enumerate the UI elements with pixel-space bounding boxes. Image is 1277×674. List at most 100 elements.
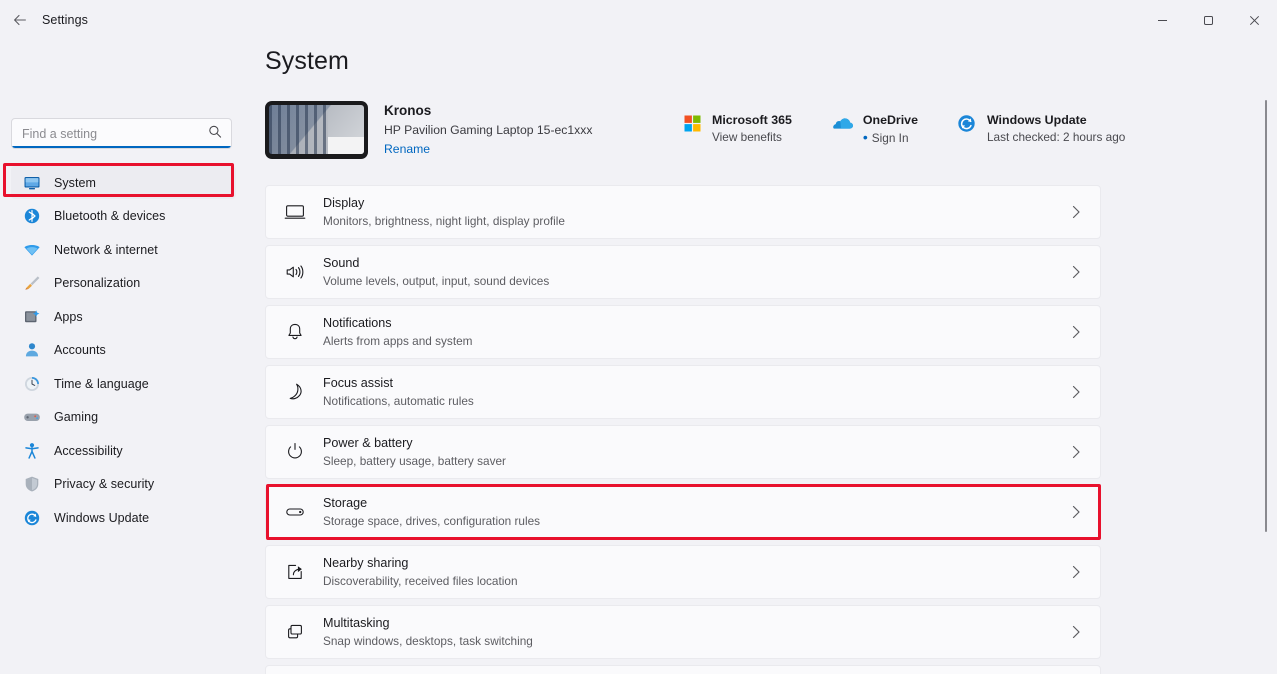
sidebar-item-privacy-security[interactable]: Privacy & security bbox=[11, 468, 236, 501]
sidebar-item-label: System bbox=[54, 176, 96, 190]
quick-link-text: Microsoft 365 View benefits bbox=[712, 112, 792, 146]
close-button[interactable] bbox=[1231, 0, 1277, 40]
chevron-right-icon[interactable] bbox=[1056, 625, 1096, 639]
microsoft-365-icon bbox=[681, 112, 703, 134]
settings-row-partial[interactable] bbox=[265, 665, 1101, 674]
arrow-left-icon bbox=[12, 12, 28, 28]
settings-row-title: Multitasking bbox=[323, 615, 1056, 632]
quick-link-subtitle: Last checked: 2 hours ago bbox=[987, 129, 1125, 146]
settings-row-text: Storage Storage space, drives, configura… bbox=[323, 495, 1056, 529]
chevron-right-icon[interactable] bbox=[1056, 265, 1096, 279]
settings-row-title: Nearby sharing bbox=[323, 555, 1056, 572]
search-icon[interactable] bbox=[208, 124, 222, 143]
minimize-button[interactable] bbox=[1139, 0, 1185, 40]
settings-row-focus-assist[interactable]: Focus assist Notifications, automatic ru… bbox=[265, 365, 1101, 419]
chevron-right-icon[interactable] bbox=[1056, 325, 1096, 339]
settings-row-text: Focus assist Notifications, automatic ru… bbox=[323, 375, 1056, 409]
power-icon bbox=[278, 435, 312, 469]
chevron-right-icon[interactable] bbox=[1056, 205, 1096, 219]
sidebar-item-label: Network & internet bbox=[54, 243, 158, 257]
settings-row-title: Notifications bbox=[323, 315, 1056, 332]
quick-links: Microsoft 365 View benefits OneDrive Sig… bbox=[675, 108, 1131, 151]
minimize-icon bbox=[1157, 15, 1168, 26]
settings-row-subtitle: Volume levels, output, input, sound devi… bbox=[323, 273, 1056, 289]
gamepad-icon bbox=[22, 407, 42, 427]
quick-link-onedrive[interactable]: OneDrive Sign In bbox=[826, 108, 924, 151]
settings-row-notifications[interactable]: Notifications Alerts from apps and syste… bbox=[265, 305, 1101, 359]
quick-link-text: OneDrive Sign In bbox=[863, 112, 918, 147]
sidebar-item-gaming[interactable]: Gaming bbox=[11, 401, 236, 434]
apps-icon bbox=[22, 307, 42, 327]
settings-row-text: Notifications Alerts from apps and syste… bbox=[323, 315, 1056, 349]
sidebar-item-accounts[interactable]: Accounts bbox=[11, 334, 236, 367]
sidebar-item-label: Privacy & security bbox=[54, 477, 154, 491]
sidebar-item-personalization[interactable]: Personalization bbox=[11, 267, 236, 300]
settings-row-sound[interactable]: Sound Volume levels, output, input, soun… bbox=[265, 245, 1101, 299]
settings-rows: Display Monitors, brightness, night ligh… bbox=[265, 185, 1101, 674]
settings-row-power-battery[interactable]: Power & battery Sleep, battery usage, ba… bbox=[265, 425, 1101, 479]
sidebar-item-label: Gaming bbox=[54, 410, 98, 424]
sidebar-item-windows-update[interactable]: Windows Update bbox=[11, 501, 236, 534]
sidebar-item-system[interactable]: System bbox=[11, 166, 236, 199]
settings-row-title: Display bbox=[323, 195, 1056, 212]
sidebar-nav: System Bluetooth & devices bbox=[0, 166, 247, 534]
settings-row-text: Power & battery Sleep, battery usage, ba… bbox=[323, 435, 1056, 469]
search-input[interactable] bbox=[12, 119, 197, 148]
search-box[interactable] bbox=[11, 118, 232, 149]
settings-row-multitasking[interactable]: Multitasking Snap windows, desktops, tas… bbox=[265, 605, 1101, 659]
settings-row-display[interactable]: Display Monitors, brightness, night ligh… bbox=[265, 185, 1101, 239]
chevron-right-icon[interactable] bbox=[1056, 565, 1096, 579]
device-model: HP Pavilion Gaming Laptop 15-ec1xxx bbox=[384, 121, 592, 139]
settings-row-nearby-sharing[interactable]: Nearby sharing Discoverability, received… bbox=[265, 545, 1101, 599]
display-icon bbox=[278, 195, 312, 229]
close-icon bbox=[1249, 15, 1260, 26]
sidebar-item-network-internet[interactable]: Network & internet bbox=[11, 233, 236, 266]
sidebar-item-apps[interactable]: Apps bbox=[11, 300, 236, 333]
sidebar-item-label: Accessibility bbox=[54, 444, 123, 458]
device-meta: Kronos HP Pavilion Gaming Laptop 15-ec1x… bbox=[384, 102, 592, 158]
maximize-button[interactable] bbox=[1185, 0, 1231, 40]
settings-row-subtitle: Sleep, battery usage, battery saver bbox=[323, 453, 1056, 469]
quick-link-title: Windows Update bbox=[987, 112, 1125, 129]
accessibility-icon bbox=[22, 441, 42, 461]
moon-icon bbox=[278, 375, 312, 409]
scrollbar[interactable] bbox=[1260, 40, 1272, 674]
rename-link[interactable]: Rename bbox=[384, 140, 592, 158]
chevron-right-icon[interactable] bbox=[1056, 385, 1096, 399]
settings-row-text: Display Monitors, brightness, night ligh… bbox=[323, 195, 1056, 229]
settings-row-subtitle: Monitors, brightness, night light, displ… bbox=[323, 213, 1056, 229]
shield-icon bbox=[22, 474, 42, 494]
sidebar-item-label: Apps bbox=[54, 310, 83, 324]
windows-update-icon bbox=[956, 112, 978, 134]
sidebar-item-accessibility[interactable]: Accessibility bbox=[11, 434, 236, 467]
multitasking-icon bbox=[278, 615, 312, 649]
sidebar-item-bluetooth-devices[interactable]: Bluetooth & devices bbox=[11, 200, 236, 233]
sidebar: System Bluetooth & devices bbox=[0, 40, 247, 674]
settings-row-subtitle: Alerts from apps and system bbox=[323, 333, 1056, 349]
settings-row-subtitle: Notifications, automatic rules bbox=[323, 393, 1056, 409]
settings-row-storage[interactable]: Storage Storage space, drives, configura… bbox=[265, 485, 1101, 539]
back-button[interactable] bbox=[4, 4, 36, 36]
update-icon bbox=[22, 508, 42, 528]
quick-link-windows-update[interactable]: Windows Update Last checked: 2 hours ago bbox=[950, 108, 1131, 150]
quick-link-microsoft-365[interactable]: Microsoft 365 View benefits bbox=[675, 108, 798, 150]
settings-row-subtitle: Storage space, drives, configuration rul… bbox=[323, 513, 1056, 529]
main-content: System Kronos HP Pavilion Gaming Laptop … bbox=[247, 40, 1277, 674]
page-title: System bbox=[265, 47, 349, 76]
device-name: Kronos bbox=[384, 102, 592, 120]
sidebar-item-label: Personalization bbox=[54, 276, 140, 290]
title-bar: Settings bbox=[0, 0, 1277, 40]
settings-window: Settings bbox=[0, 0, 1277, 674]
chevron-right-icon[interactable] bbox=[1056, 445, 1096, 459]
onedrive-cloud-icon bbox=[832, 112, 854, 134]
sidebar-item-time-language[interactable]: Time & language bbox=[11, 367, 236, 400]
storage-drive-icon bbox=[278, 495, 312, 529]
maximize-icon bbox=[1203, 15, 1214, 26]
paintbrush-icon bbox=[22, 273, 42, 293]
bell-icon bbox=[278, 315, 312, 349]
scrollbar-thumb[interactable] bbox=[1265, 100, 1267, 532]
monitor-icon bbox=[22, 173, 42, 193]
chevron-right-icon[interactable] bbox=[1056, 505, 1096, 519]
sidebar-item-label: Windows Update bbox=[54, 511, 149, 525]
settings-row-title: Storage bbox=[323, 495, 1056, 512]
